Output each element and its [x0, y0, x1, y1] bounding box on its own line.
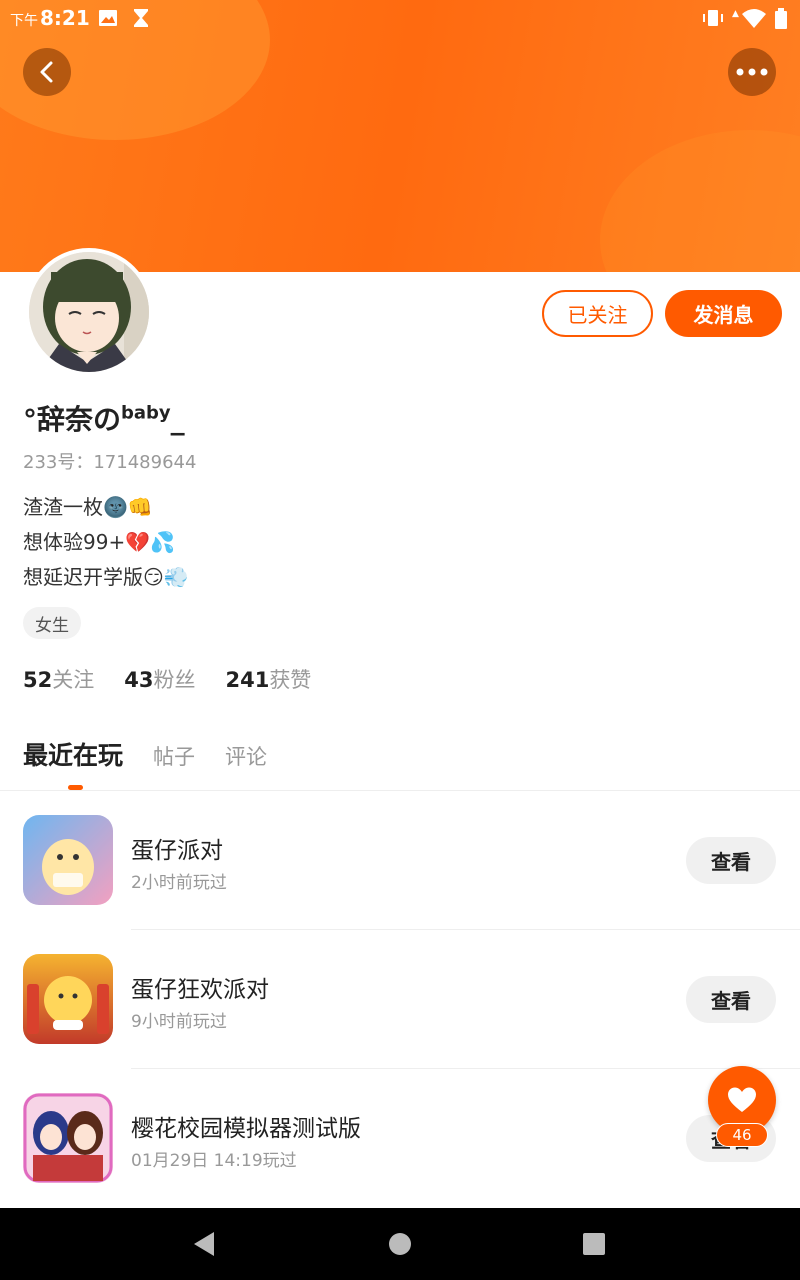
followed-button[interactable]: 已关注 — [542, 290, 653, 337]
bio-line: 想体验99+💔💦 — [23, 530, 176, 554]
username-sup: baby — [121, 402, 171, 424]
tab-comments[interactable]: 评论 — [225, 741, 267, 771]
circle-home-icon — [389, 1233, 411, 1255]
divider — [131, 929, 800, 930]
nav-recents-button[interactable] — [582, 1231, 606, 1261]
game-icon — [23, 954, 113, 1044]
profile-cover — [0, 0, 800, 272]
status-ampm: 下午 — [10, 13, 38, 29]
back-button[interactable] — [23, 48, 71, 96]
stat-label: 获赞 — [269, 668, 312, 692]
bio-line: 渣渣一枚🌚👊 — [23, 495, 153, 519]
nav-back-button[interactable] — [192, 1231, 216, 1261]
avatar-image — [29, 252, 149, 372]
more-dots-icon — [736, 68, 768, 76]
square-recents-icon — [583, 1233, 605, 1255]
stat-number: 52 — [23, 668, 53, 692]
chevron-left-icon — [40, 61, 53, 83]
send-message-button[interactable]: 发消息 — [665, 290, 782, 337]
vibrate-icon — [702, 8, 724, 33]
user-bio: 渣渣一枚🌚👊 想体验99+💔💦 想延迟开学版😏💨 — [23, 490, 189, 595]
stat-likes[interactable]: 241获赞 — [225, 664, 311, 694]
hourglass-icon — [132, 8, 150, 33]
like-count-badge: 46 — [716, 1123, 768, 1147]
user-id: 233号：171489644 — [23, 452, 197, 473]
game-played-time: 01月29日 14:19玩过 — [131, 1151, 297, 1171]
stat-following[interactable]: 52关注 — [23, 664, 94, 694]
status-bar: 下午 8:21 ▲ — [0, 0, 800, 38]
status-clock: 8:21 — [40, 6, 90, 30]
profile-tabs: 最近在玩 帖子 评论 — [23, 736, 297, 772]
image-icon — [98, 8, 118, 33]
stat-followers[interactable]: 43粉丝 — [124, 664, 195, 694]
stat-number: 43 — [124, 668, 154, 692]
profile-stats: 52关注 43粉丝 241获赞 — [23, 664, 341, 694]
username-suffix: _ — [170, 403, 185, 436]
status-time: 下午 8:21 — [10, 6, 90, 30]
stat-label: 关注 — [52, 668, 95, 692]
battery-icon — [774, 8, 788, 35]
gender-tag: 女生 — [23, 607, 81, 639]
wifi-icon: ▲ — [732, 7, 766, 33]
svg-text:▲: ▲ — [732, 9, 739, 19]
game-name: 蛋仔狂欢派对 — [131, 977, 269, 1003]
game-played-time: 2小时前玩过 — [131, 873, 227, 893]
cover-decoration — [600, 130, 800, 272]
list-item[interactable]: 蛋仔狂欢派对 9小时前玩过 查看 — [0, 954, 800, 1092]
view-button[interactable]: 查看 — [686, 976, 776, 1023]
bio-line: 想延迟开学版😏💨 — [23, 565, 189, 589]
divider — [0, 790, 800, 791]
system-nav-bar — [0, 1208, 800, 1280]
game-icon — [23, 1093, 113, 1183]
tab-recently-played[interactable]: 最近在玩 — [23, 736, 123, 772]
heart-icon — [728, 1087, 756, 1112]
username: °辞奈のbaby_ — [23, 398, 185, 438]
avatar[interactable] — [25, 248, 153, 376]
game-name: 樱花校园模拟器测试版 — [131, 1116, 361, 1142]
list-item[interactable]: 蛋仔派对 2小时前玩过 查看 — [0, 815, 800, 953]
game-icon — [23, 815, 113, 905]
game-played-time: 9小时前玩过 — [131, 1012, 227, 1032]
username-main: °辞奈の — [23, 403, 122, 436]
stat-label: 粉丝 — [153, 668, 196, 692]
stat-number: 241 — [225, 668, 270, 692]
divider — [131, 1068, 800, 1069]
view-button[interactable]: 查看 — [686, 837, 776, 884]
nav-home-button[interactable] — [388, 1231, 412, 1261]
tab-posts[interactable]: 帖子 — [153, 741, 195, 771]
more-button[interactable] — [728, 48, 776, 96]
game-name: 蛋仔派对 — [131, 838, 223, 864]
triangle-back-icon — [194, 1232, 214, 1256]
